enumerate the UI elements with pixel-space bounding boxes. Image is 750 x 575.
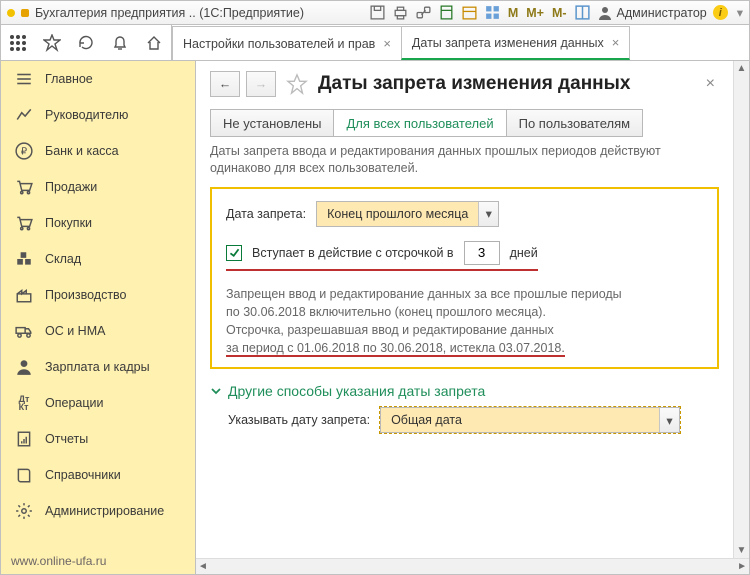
basket-icon (15, 214, 33, 232)
combo-value: Конец прошлого месяца (317, 202, 478, 226)
sidebar-item-admin[interactable]: Администрирование (1, 493, 195, 529)
sidebar-item-manager[interactable]: Руководителю (1, 97, 195, 133)
chevron-down-icon[interactable]: ▾ (659, 408, 679, 432)
seg-all-users[interactable]: Для всех пользователей (334, 109, 506, 137)
m-minus-button[interactable]: M- (552, 6, 567, 20)
toolbar-icon-grid[interactable] (484, 4, 501, 21)
chart-icon (15, 106, 33, 124)
days-label: дней (510, 246, 538, 260)
sidebar-item-assets[interactable]: ОС и НМА (1, 313, 195, 349)
m-plus-button[interactable]: M+ (526, 6, 544, 20)
current-user-label: Администратор (617, 6, 707, 20)
sidebar-item-production[interactable]: Производство (1, 277, 195, 313)
factory-icon (15, 286, 33, 304)
tab-label: Настройки пользователей и прав (183, 37, 375, 51)
app-icon (7, 9, 15, 17)
toolbar-icon-calendar[interactable] (461, 4, 478, 21)
sidebar-item-salary[interactable]: Зарплата и кадры (1, 349, 195, 385)
home-icon[interactable] (137, 25, 171, 61)
info-text: Запрещен ввод и редактирование данных за… (226, 285, 703, 358)
toolbar-icon-link[interactable] (415, 4, 432, 21)
toolbar-icon-save[interactable] (369, 4, 386, 21)
footer-link[interactable]: www.online-ufa.ru (1, 548, 195, 574)
star-icon[interactable] (286, 73, 308, 95)
prohibit-date-combo[interactable]: Конец прошлого месяца ▾ (316, 201, 499, 227)
list-icon (15, 70, 33, 88)
disclosure-label: Другие способы указания даты запрета (228, 383, 485, 399)
main-toolbar: Настройки пользователей и прав × Даты за… (1, 25, 749, 61)
sidebar-item-directories[interactable]: Справочники (1, 457, 195, 493)
prohibit-date-label: Дата запрета: (226, 207, 306, 221)
info-icon[interactable]: i (713, 5, 728, 20)
sidebar-item-sales[interactable]: Продажи (1, 169, 195, 205)
current-user[interactable]: Администратор (597, 5, 707, 21)
dtkt-icon: ДтКт (15, 394, 33, 412)
info-dropdown-icon[interactable]: ▾ (737, 5, 743, 20)
panel-toggle-icon[interactable] (574, 4, 591, 21)
tab-label: Даты запрета изменения данных (412, 36, 604, 50)
m-button[interactable]: M (508, 6, 518, 20)
ruble-icon: ₽ (15, 142, 33, 160)
tab-edit-dates[interactable]: Даты запрета изменения данных × (401, 26, 630, 60)
boxes-icon (15, 250, 33, 268)
cart-icon (15, 178, 33, 196)
close-icon[interactable]: × (612, 35, 620, 50)
horizontal-scrollbar[interactable]: ◄► (196, 558, 749, 574)
page-title: Даты запрета изменения данных (318, 73, 630, 95)
vertical-scrollbar[interactable]: ▲▼ (733, 61, 749, 558)
favorite-icon[interactable] (35, 25, 69, 61)
indicate-date-combo[interactable]: Общая дата ▾ (380, 407, 680, 433)
sidebar-item-purchases[interactable]: Покупки (1, 205, 195, 241)
svg-text:₽: ₽ (21, 146, 28, 157)
sidebar-item-reports[interactable]: Отчеты (1, 421, 195, 457)
indicate-date-label: Указывать дату запрета: (228, 413, 370, 427)
sidebar-item-operations[interactable]: ДтКтОперации (1, 385, 195, 421)
sidebar-item-main[interactable]: Главное (1, 61, 195, 97)
history-icon[interactable] (69, 25, 103, 61)
toolbar-icon-calc[interactable] (438, 4, 455, 21)
sidebar: Главное Руководителю ₽Банк и касса Прода… (1, 61, 196, 574)
close-icon[interactable]: × (383, 36, 391, 51)
book-icon (15, 466, 33, 484)
seg-by-user[interactable]: По пользователям (507, 109, 643, 137)
apps-icon[interactable] (1, 25, 35, 61)
delay-label: Вступает в действие с отсрочкой в (252, 246, 454, 260)
nav-forward-button[interactable]: → (246, 71, 276, 97)
tab-settings[interactable]: Настройки пользователей и прав × (172, 26, 402, 60)
notifications-icon[interactable] (103, 25, 137, 61)
combo-value: Общая дата (381, 408, 472, 432)
toolbar-icon-print[interactable] (392, 4, 409, 21)
disclosure-other-methods[interactable]: Другие способы указания даты запрета (210, 383, 719, 399)
gear-icon (15, 502, 33, 520)
truck-icon (15, 322, 33, 340)
sidebar-item-stock[interactable]: Склад (1, 241, 195, 277)
mode-segmented: Не установлены Для всех пользователей По… (210, 109, 719, 137)
sidebar-item-bank[interactable]: ₽Банк и касса (1, 133, 195, 169)
app-icon-2 (21, 9, 29, 17)
description-text: Даты запрета ввода и редактирования данн… (210, 143, 719, 177)
seg-not-set[interactable]: Не установлены (210, 109, 334, 137)
close-page-icon[interactable]: × (702, 75, 719, 93)
delay-days-input[interactable] (464, 241, 500, 265)
person-icon (15, 358, 33, 376)
chevron-down-icon[interactable]: ▾ (478, 202, 498, 226)
highlighted-settings-box: Дата запрета: Конец прошлого месяца ▾ Вс… (210, 187, 719, 370)
report-icon (15, 430, 33, 448)
nav-back-button[interactable]: ← (210, 71, 240, 97)
delay-checkbox[interactable] (226, 245, 242, 261)
window-title: Бухгалтерия предприятия .. (1С:Предприят… (35, 6, 304, 20)
window-title-bar: Бухгалтерия предприятия .. (1С:Предприят… (1, 1, 749, 25)
